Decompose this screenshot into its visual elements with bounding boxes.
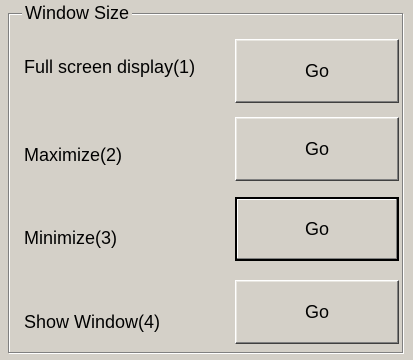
group-title: Window Size — [22, 2, 133, 24]
window-size-panel: Window Size Full screen display(1) Go Ma… — [0, 0, 413, 360]
show-window-go-button[interactable]: Go — [235, 280, 399, 344]
full-screen-label: Full screen display(1) — [24, 57, 196, 77]
maximize-label: Maximize(2) — [24, 145, 123, 165]
show-window-label: Show Window(4) — [24, 312, 161, 332]
full-screen-go-button[interactable]: Go — [235, 39, 399, 103]
maximize-go-button[interactable]: Go — [235, 117, 399, 181]
minimize-go-button[interactable]: Go — [235, 197, 399, 261]
minimize-label: Minimize(3) — [24, 228, 118, 248]
